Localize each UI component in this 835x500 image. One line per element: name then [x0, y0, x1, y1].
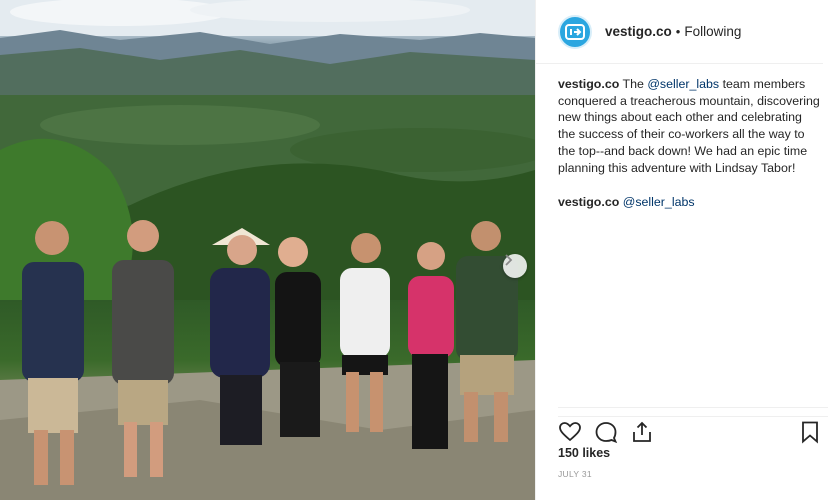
likes-count[interactable]: 150 likes [558, 446, 610, 460]
comment-bubble-icon[interactable] [594, 420, 618, 444]
username-link[interactable]: vestigo.co [605, 24, 672, 39]
follow-status-button[interactable]: Following [684, 24, 741, 39]
next-photo-button[interactable] [503, 254, 527, 278]
avatar[interactable] [558, 14, 592, 49]
caption-mention-link[interactable]: @seller_labs [647, 77, 719, 91]
caption-text-before: The [622, 77, 648, 91]
post-caption: vestigo.co The @seller_labs team members… [558, 76, 820, 176]
actions-divider [558, 407, 828, 408]
action-bar [558, 416, 828, 444]
post-date: JULY 31 [558, 469, 592, 479]
post-header: vestigo.co • Following [536, 0, 823, 64]
heart-icon[interactable] [558, 420, 582, 444]
vestigo-logo-icon [565, 23, 585, 40]
chevron-right-icon [505, 254, 513, 266]
comment-username[interactable]: vestigo.co [558, 195, 619, 209]
post-sidebar: vestigo.co • Following vestigo.co The @s… [535, 0, 835, 500]
share-icon[interactable] [630, 420, 654, 444]
separator-dot: • [675, 24, 681, 39]
caption-text-after: team members conquered a treacherous mou… [558, 77, 820, 175]
comment-mention-link[interactable]: @seller_labs [623, 195, 695, 209]
post-photo[interactable] [0, 0, 535, 500]
hiking-group-photo [0, 0, 535, 500]
caption-username[interactable]: vestigo.co [558, 77, 619, 91]
comment-row: vestigo.co @seller_labs [558, 194, 695, 211]
bookmark-icon[interactable] [798, 420, 822, 444]
